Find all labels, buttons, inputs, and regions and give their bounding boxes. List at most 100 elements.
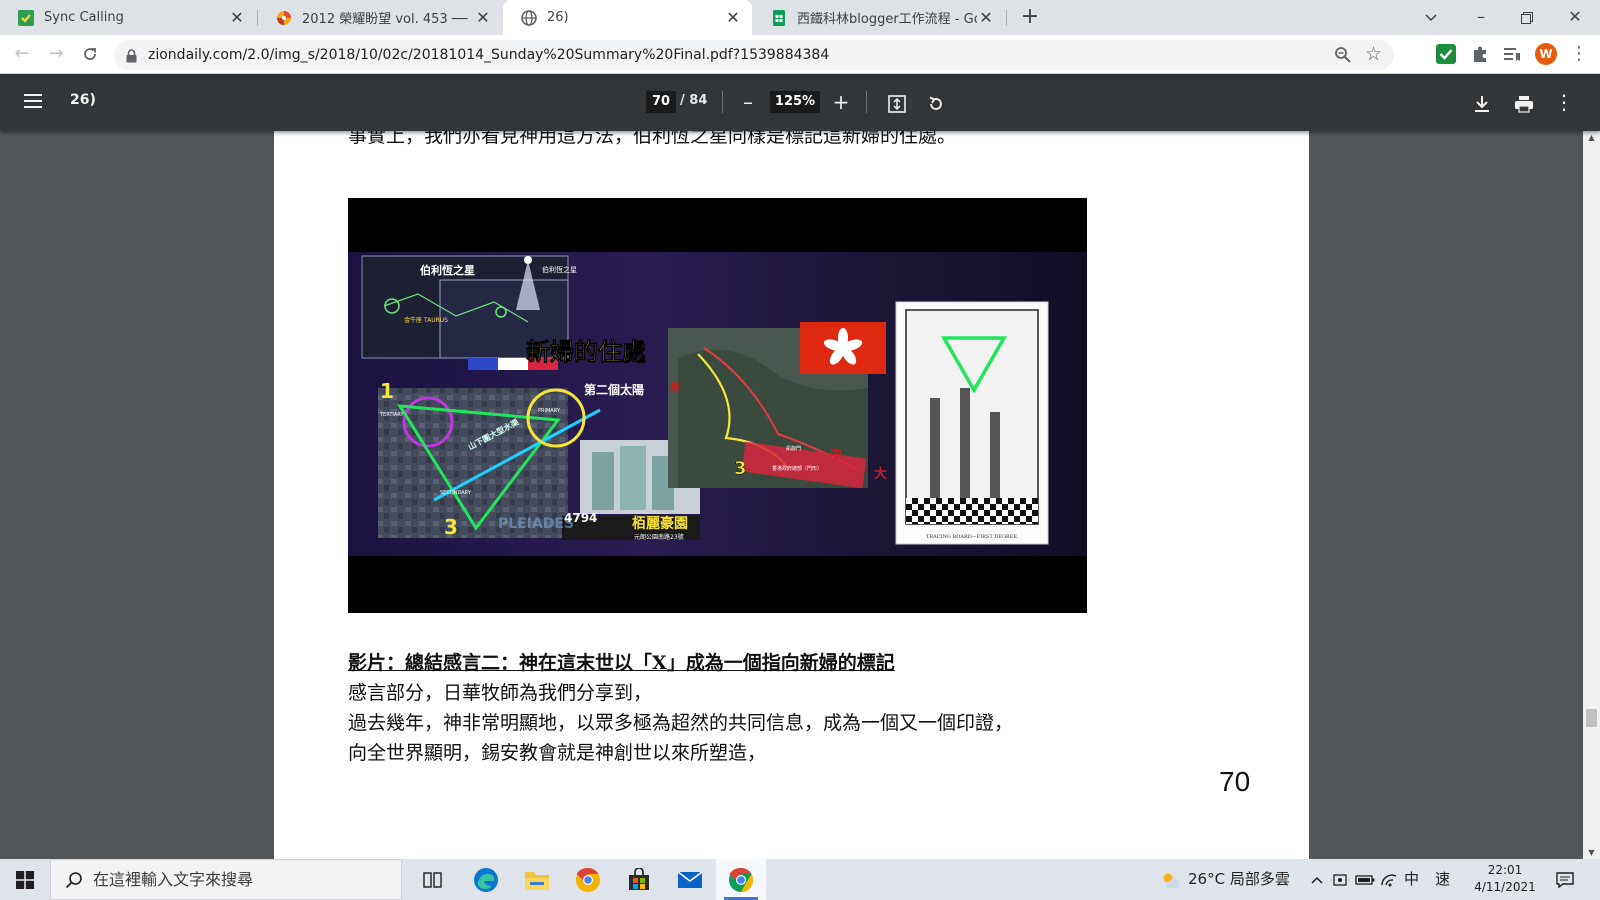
browser-menu-icon[interactable]: ⋮ [1570,44,1588,64]
battery-icon[interactable] [1355,859,1375,900]
close-tab-icon[interactable]: ✕ [977,8,995,27]
notification-center-icon[interactable] [1556,859,1574,900]
section-heading: 影片：總結感言二：神在這末世以「X」成為一個指向新婦的標記 [348,652,895,674]
show-hidden-icons-chevron[interactable] [1311,859,1323,900]
pillar [930,398,940,498]
flag-stripe [468,358,498,370]
forward-button[interactable]: → [42,41,70,69]
scroll-down-arrow[interactable]: ▼ [1583,848,1600,857]
taurus-text: 金牛座 TAURUS [404,316,448,324]
fit-to-page-button[interactable] [883,88,911,116]
estate-building [620,446,646,510]
pdf-more-options-icon[interactable]: ⋮ [1550,88,1578,116]
print-button[interactable] [1510,88,1538,116]
secondary-text: SECONDARY [440,490,472,496]
page-number-input[interactable]: 70 [646,91,676,113]
ime-mode-indicator[interactable]: 中 [1404,859,1419,900]
page-number-label: 70 [1219,766,1251,797]
network-icon[interactable] [1380,859,1398,900]
estate-building [592,452,614,510]
task-view-icon[interactable] [408,859,458,900]
checkered-floor [906,498,1038,524]
bookmark-star-icon[interactable]: ☆ [1365,43,1382,65]
taskbar-search-box[interactable]: 在這裡輸入文字來搜尋 [50,859,402,900]
flag-stripe [498,358,528,370]
tab-title: 2012 榮耀盼望 vol. 453 ──「星 [302,12,474,27]
profile-avatar[interactable]: W [1535,43,1557,65]
main-title-text: 新婦的住處 [526,338,646,366]
tab-search-chevron-icon[interactable] [1408,0,1454,35]
checkmark-extension-icon[interactable] [1436,44,1456,68]
microsoft-store-icon[interactable] [614,859,664,900]
tab-glory-hope[interactable]: 2012 榮耀盼望 vol. 453 ──「星 ✕ [258,0,502,35]
tab-google-sheet[interactable]: 西鐵科林blogger工作流程 - Goo ✕ [753,0,1005,35]
tab-separator [1006,10,1007,26]
tab-pdf[interactable]: 26) ✕ [503,0,752,35]
close-tab-icon[interactable]: ✕ [228,8,246,27]
weather-icon[interactable] [1160,859,1182,900]
clock-time: 22:01 [1487,863,1523,877]
globe-icon [521,9,537,26]
extensions-puzzle-icon[interactable] [1470,44,1490,68]
lock-icon[interactable] [126,48,137,67]
close-tab-icon[interactable]: ✕ [474,8,492,27]
weather-text[interactable]: 26°C 局部多雲 [1188,859,1290,900]
fortune-number-text: 4794 [564,511,597,525]
tab-title: 26) [547,10,569,25]
tab-title: Sync Calling [44,10,124,25]
minimize-button[interactable]: – [1458,0,1504,35]
file-explorer-icon[interactable] [512,859,562,900]
back-button[interactable]: ← [8,41,36,69]
zoom-out-button[interactable]: – [734,88,762,116]
download-button[interactable] [1468,88,1496,116]
route-label-large: 大 [874,466,887,482]
page-text-line: 事實上，我們亦看見神用這方法，伯利恆之星同樣是標記這新婦的住處。 [348,131,957,147]
number-one-text: 1 [380,379,394,403]
scrollbar-thumb[interactable] [1586,709,1597,727]
zoom-indicator-icon[interactable] [1334,46,1352,68]
hamburger-menu-icon[interactable] [24,93,42,113]
toolbar-divider [722,91,723,113]
route-note-govt: 香港政府總部（門形） [772,465,822,472]
tab-strip: Sync Calling ✕ 2012 榮耀盼望 vol. 453 ──「星 ✕… [0,0,1600,35]
close-tab-icon[interactable]: ✕ [724,8,742,27]
ime-input-method[interactable]: 速 [1435,859,1450,900]
number-three-text: 3 [444,515,458,539]
primary-text: PRIMARY [538,408,561,414]
zoom-in-button[interactable]: + [827,88,855,116]
chrome-app-icon[interactable] [563,859,613,900]
new-tab-button[interactable]: + [1016,4,1044,32]
zoom-level-input[interactable]: 125% [770,91,820,113]
vertical-scrollbar[interactable]: ▲ ▼ [1583,131,1600,859]
system-clock[interactable]: 22:01 4/11/2021 [1462,862,1548,896]
route-note-arch: 凱旋門 [786,445,801,452]
meeting-icon[interactable] [1332,859,1348,900]
paragraph-line: 過去幾年，神非常明顯地，以眾多極為超然的共同信息，成為一個又一個印證， [348,712,1014,734]
reload-button[interactable] [76,41,104,69]
windows-taskbar: 在這裡輸入文字來搜尋 26°C 局部多雲 中 速 22:01 4/11/2021 [0,859,1600,900]
tab-sync-calling[interactable]: Sync Calling ✕ [0,0,256,35]
close-window-button[interactable]: ✕ [1552,0,1598,35]
tertiary-text: TERTIARY [379,412,404,418]
tracing-board-frame [905,309,1039,525]
pdf-viewer[interactable]: 事實上，我們亦看見神用這方法，伯利恆之星同樣是標記這新婦的住處。 伯利恆之星 伯… [0,131,1583,859]
pdf-toolbar: 26) 70 / 84 – 125% + ⋮ [0,74,1600,131]
scroll-up-arrow[interactable]: ▲ [1583,133,1600,142]
start-button[interactable] [0,859,50,900]
chrome-running-icon[interactable] [716,859,766,900]
pillar [990,412,1000,498]
pleiades-text: PLEIADES [498,516,574,532]
navigation-bar: ← → ziondaily.com/2.0/img_s/2018/10/02c/… [0,35,1600,74]
rotate-button[interactable] [922,88,950,116]
reading-list-icon[interactable] [1502,44,1522,68]
pinwheel-icon [276,10,292,26]
tab-title: 西鐵科林blogger工作流程 - Goo [797,12,977,27]
route-label-middle: 中 [830,446,842,461]
windows-logo-icon [16,870,34,889]
edge-browser-icon[interactable] [461,859,511,900]
omnibox[interactable]: ziondaily.com/2.0/img_s/2018/10/02c/2018… [114,40,1394,70]
url-text[interactable]: ziondaily.com/2.0/img_s/2018/10/02c/2018… [148,40,829,70]
restore-button[interactable] [1504,0,1550,35]
mail-icon[interactable] [665,859,715,900]
search-placeholder: 在這裡輸入文字來搜尋 [93,870,254,889]
